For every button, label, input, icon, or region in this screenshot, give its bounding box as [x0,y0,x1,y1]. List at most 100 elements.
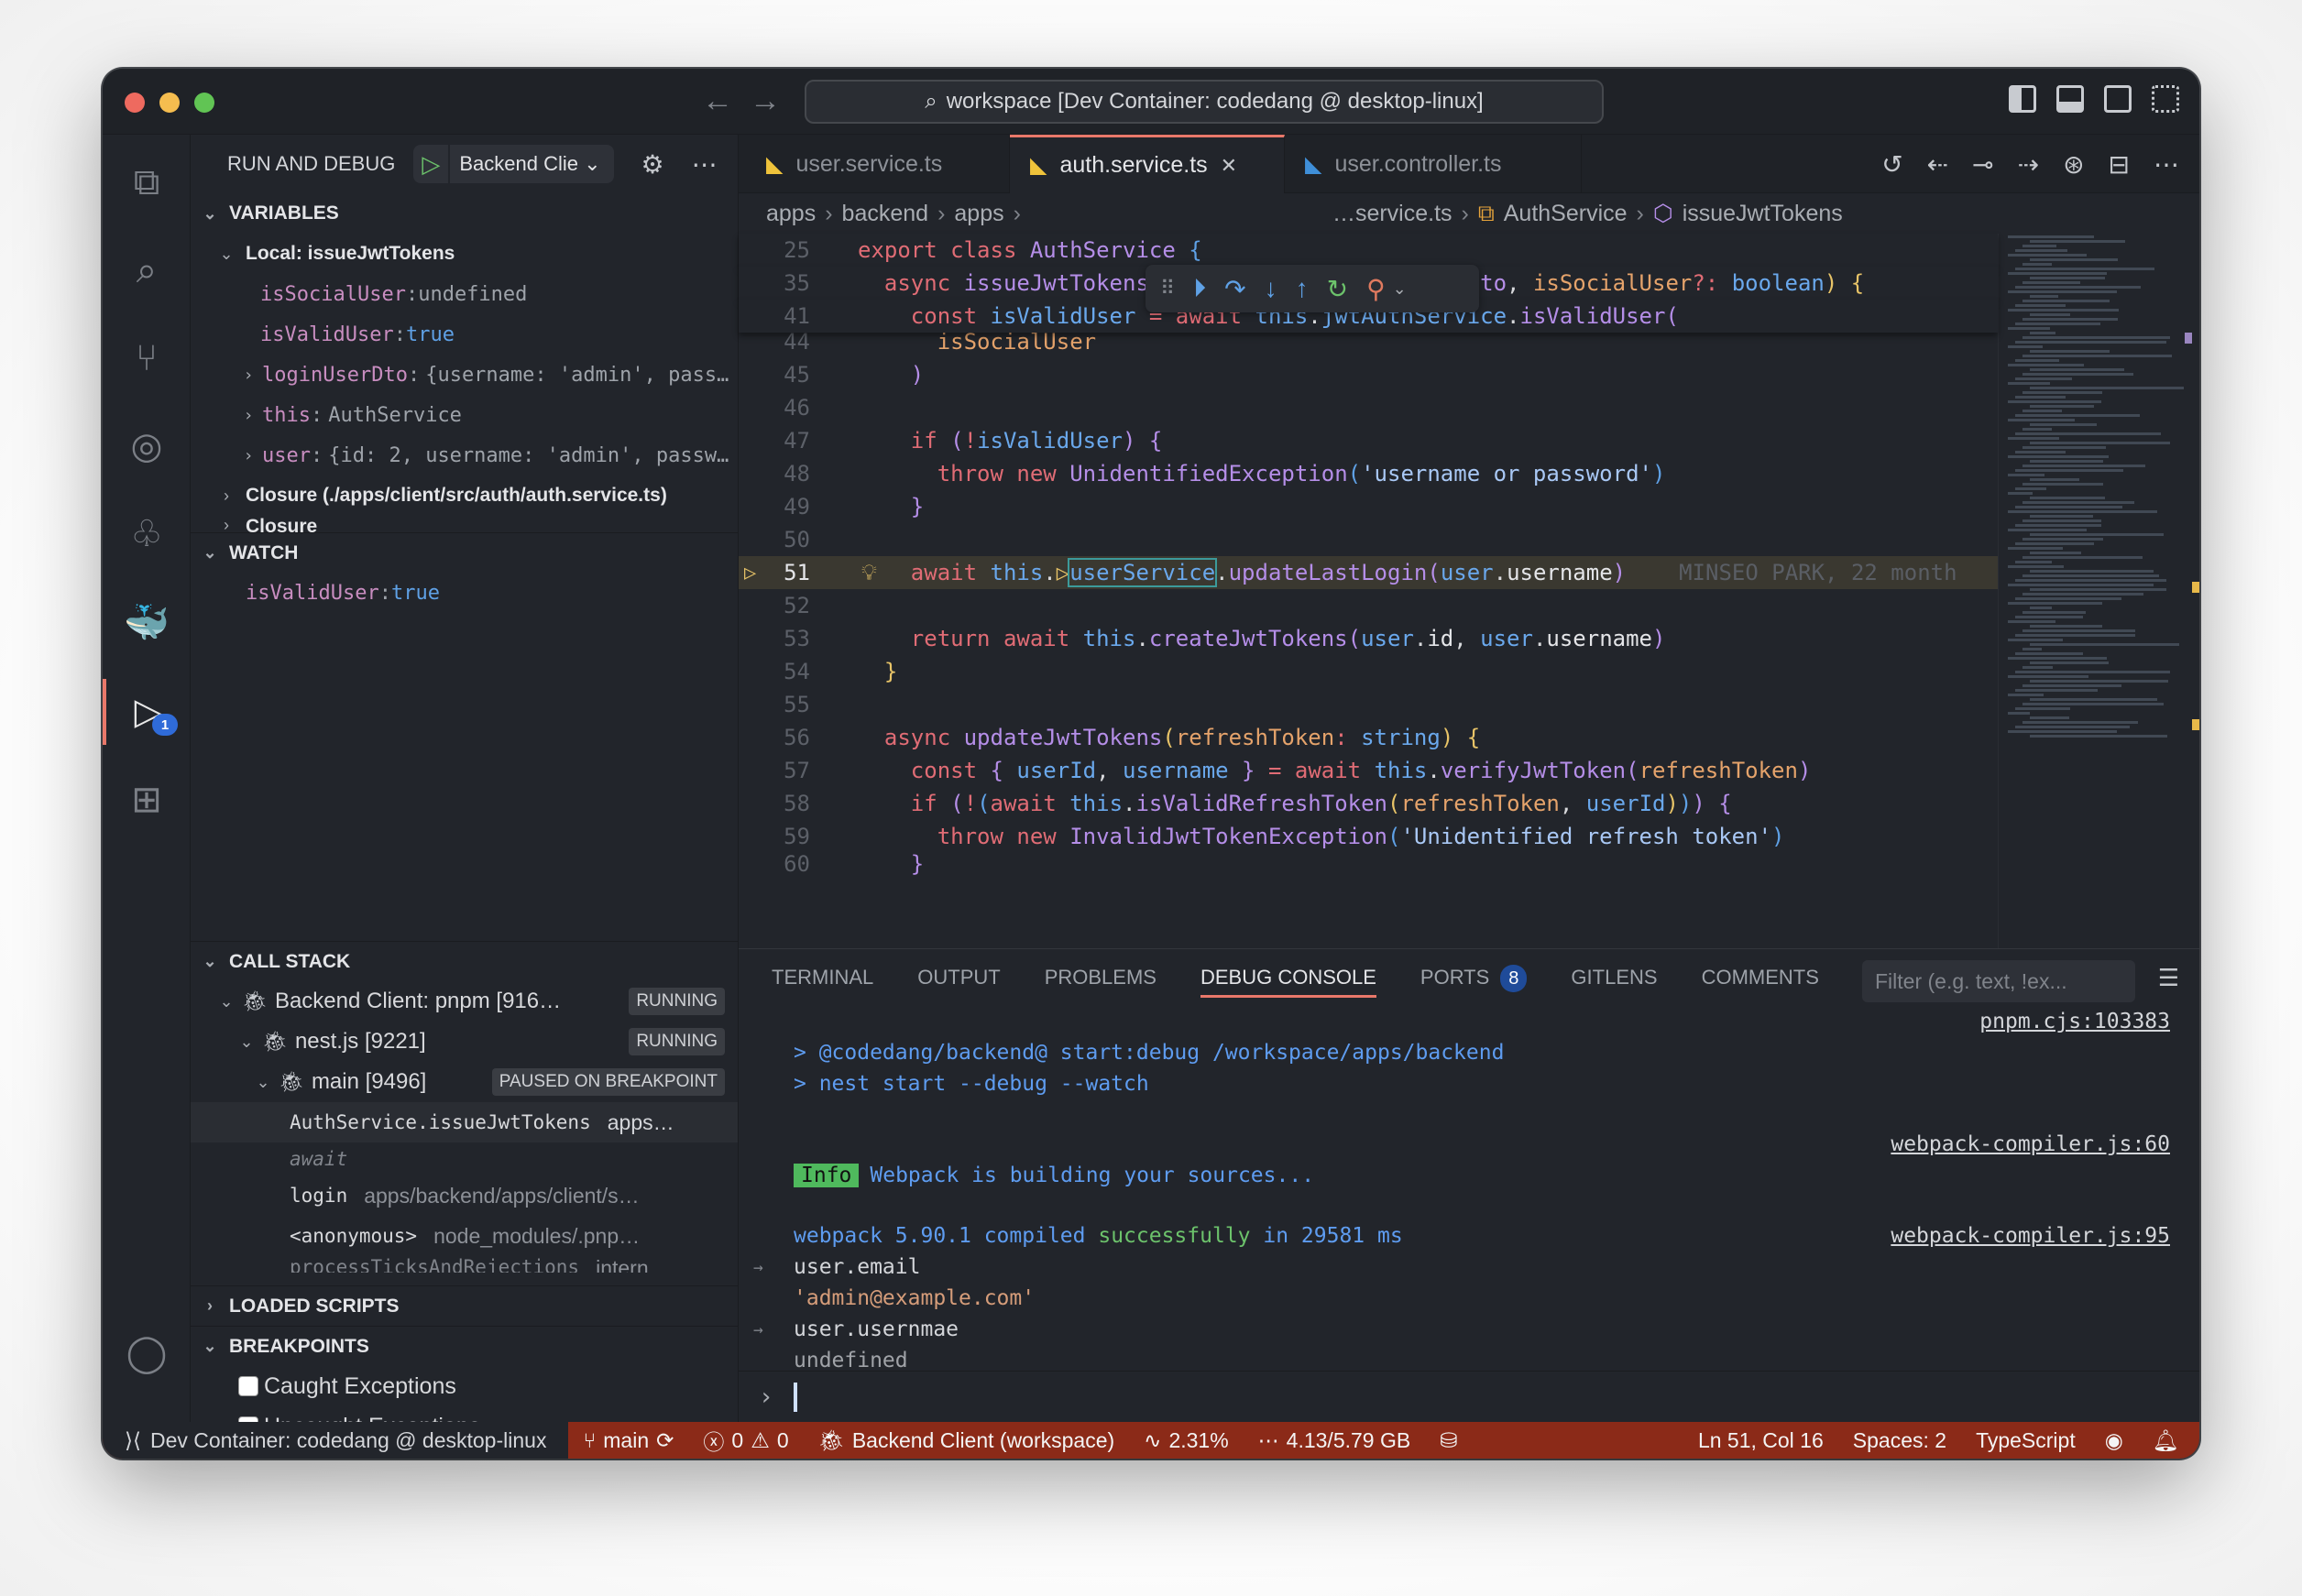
variable-item[interactable]: isValidUser: true [191,314,738,355]
closure-scope[interactable]: › Closure (./apps/client/src/auth/auth.s… [191,476,738,516]
paused-breakpoint-icon[interactable]: ▷ [744,562,756,585]
source-control-icon[interactable]: ⑂ [103,325,191,391]
breakpoint-item[interactable]: Caught Exceptions [191,1366,738,1406]
docker-icon[interactable]: 🐳 [103,589,191,655]
tab-comments[interactable]: COMMENTS [1702,966,1819,989]
breadcrumb-item[interactable]: apps [954,201,1003,227]
breadcrumb-item[interactable]: …service.ts [1332,201,1452,227]
code-line[interactable]: 59 throw new InvalidJwtTokenException('U… [739,820,1998,853]
breadcrumb-item[interactable]: issueJwtTokens [1683,201,1843,227]
tab-gitlens[interactable]: GITLENS [1571,966,1657,989]
sticky-line[interactable]: 25 export class AuthService { [739,234,1998,267]
code-line[interactable]: 55 [739,688,1998,721]
console-input[interactable]: › [739,1371,2199,1422]
code-line[interactable]: 60 } [739,853,1998,875]
code-line[interactable]: 52 [739,589,1998,622]
tab-debug-console[interactable]: DEBUG CONSOLE [1200,966,1376,998]
stack-frame[interactable]: processTicksAndRejections intern… [191,1256,738,1273]
toggle-panel-icon[interactable] [2056,85,2084,113]
call-stack-section-header[interactable]: ⌄ CALL STACK [191,941,738,981]
code-line[interactable]: 49 } [739,490,1998,523]
tab-user-service[interactable]: ◣ user.service.ts [739,135,1010,193]
source-link[interactable]: webpack-compiler.js:60 [1891,1132,2170,1156]
remote-indicator[interactable]: ⟩⟨ Dev Container: codedang @ desktop-lin… [103,1422,569,1459]
tab-auth-service[interactable]: ◣ auth.service.ts ✕ [1010,135,1285,193]
stack-frame[interactable]: <anonymous> node_modules/.pnp… [191,1216,738,1256]
commit-icon[interactable]: ⊸ [1972,149,1993,180]
file-history-icon[interactable]: ↺ [1881,149,1902,180]
code-line[interactable]: 56 async updateJwtTokens(refreshToken: s… [739,721,1998,754]
chevron-down-icon[interactable]: ⌄ [1393,279,1407,299]
current-execution-line[interactable]: ▷ 51 💡︎ await this.▷userService.updateLa… [739,556,1998,589]
code-line[interactable]: 50 [739,523,1998,556]
run-and-debug-icon[interactable]: ▷ 1 [103,679,191,745]
customize-layout-icon[interactable] [2152,85,2179,113]
memory-indicator[interactable]: ⋯ 4.13/5.79 GB [1244,1428,1426,1453]
copilot-icon[interactable]: ◉ [2090,1428,2138,1453]
branch-indicator[interactable]: ⑂ main ⟳ [568,1428,688,1453]
problems-indicator[interactable]: ⓧ 0 ⚠ 0 [688,1425,803,1456]
debug-session[interactable]: ⌄ 🐞︎ nest.js [9221] RUNNING [191,1022,738,1062]
breadcrumb-item[interactable]: backend [842,201,929,227]
accounts-icon[interactable]: ◯ [103,1320,191,1386]
next-change-icon[interactable]: ⇢ [2018,149,2039,180]
breakpoints-section-header[interactable]: ⌄ BREAKPOINTS [191,1326,738,1366]
zoom-window-button[interactable] [194,93,214,113]
continue-icon[interactable]: ⏵ [1193,274,1206,304]
minimize-window-button[interactable] [159,93,180,113]
debug-thread[interactable]: ⌄ 🐞︎ main [9496] PAUSED ON BREAKPOINT [191,1062,738,1102]
debug-session[interactable]: ⌄ 🐞︎ Backend Client: pnpm [916… RUNNING [191,981,738,1022]
notifications-bell-icon[interactable]: 🔔︎ [2138,1428,2199,1453]
local-scope[interactable]: ⌄ Local: issueJwtTokens [191,234,738,274]
code-line[interactable]: 46 [739,391,1998,424]
split-editor-icon[interactable]: ⊟ [2109,149,2130,180]
open-launch-json-gear-icon[interactable]: ⚙ [641,149,664,180]
tab-problems[interactable]: PROBLEMS [1045,966,1156,989]
back-arrow-icon[interactable]: ← [702,83,733,119]
loaded-scripts-section-header[interactable]: › LOADED SCRIPTS [191,1285,738,1326]
variables-section-header[interactable]: ⌄ VARIABLES [191,193,738,234]
tab-output[interactable]: OUTPUT [917,966,1000,989]
watch-section-header[interactable]: ⌄ WATCH [191,532,738,573]
breadcrumb-item[interactable]: apps [766,201,816,227]
console-filter-input[interactable]: Filter (e.g. text, !ex... [1862,960,2135,1002]
previous-change-icon[interactable]: ⇠ [1927,149,1948,180]
tab-terminal[interactable]: TERMINAL [772,966,873,989]
database-indicator[interactable]: ⛁ [1425,1428,1472,1453]
code-line[interactable]: 53 return await this.createJwtTokens(use… [739,622,1998,655]
drag-handle-icon[interactable]: ⠿ [1160,277,1175,301]
debug-config-select[interactable]: Backend Clie ⌄ [450,152,613,176]
extensions-icon[interactable]: ⊞ [103,767,191,833]
toggle-primary-sidebar-icon[interactable] [2009,85,2036,113]
tab-user-controller[interactable]: ◣ user.controller.ts [1285,135,1582,193]
close-window-button[interactable] [125,93,145,113]
more-actions-icon[interactable]: ⋯ [2154,149,2179,180]
code-line[interactable]: 54 } [739,655,1998,688]
gitlens-compare-icon[interactable]: ⊛ [2063,149,2084,180]
variable-item[interactable]: › this: AuthService [191,395,738,435]
source-link[interactable]: webpack-compiler.js:95 [1891,1224,2170,1248]
stack-frame[interactable]: AuthService.issueJwtTokens apps… [191,1102,738,1142]
step-into-icon[interactable]: ↓ [1265,274,1277,303]
cursor-position[interactable]: Ln 51, Col 16 [1683,1428,1838,1453]
explorer-icon[interactable]: ⧉ [103,149,191,215]
clear-console-icon[interactable]: ☰ [2158,964,2179,992]
code-editor[interactable]: 25 export class AuthService { 35 async is… [739,234,1998,948]
cpu-indicator[interactable]: ∿ 2.31% [1129,1428,1244,1453]
closure-scope[interactable]: › Closure [191,516,738,532]
command-center[interactable]: ⌕ workspace [Dev Container: codedang @ d… [805,80,1604,124]
restart-icon[interactable]: ↻ [1327,274,1348,304]
variable-item[interactable]: › loginUserDto: {username: 'admin', pass… [191,355,738,395]
code-line[interactable]: 58 if (!(await this.isValidRefreshToken(… [739,787,1998,820]
code-line[interactable]: 47 if (!isValidUser) { [739,424,1998,457]
code-line[interactable]: 57 const { userId, username } = await th… [739,754,1998,787]
step-over-icon[interactable]: ↷ [1224,274,1245,304]
watch-item[interactable]: isValidUser: true [191,573,738,613]
language-mode[interactable]: TypeScript [1961,1428,2090,1453]
disconnect-icon[interactable]: ⚲ [1366,274,1386,304]
caught-exceptions-checkbox[interactable] [238,1376,258,1396]
gitlens-inspect-icon[interactable]: ◎ [103,413,191,479]
code-line[interactable]: 48 throw new UnidentifiedException('user… [739,457,1998,490]
minimap[interactable] [1998,234,2199,948]
search-icon[interactable]: ⌕ [103,237,191,303]
